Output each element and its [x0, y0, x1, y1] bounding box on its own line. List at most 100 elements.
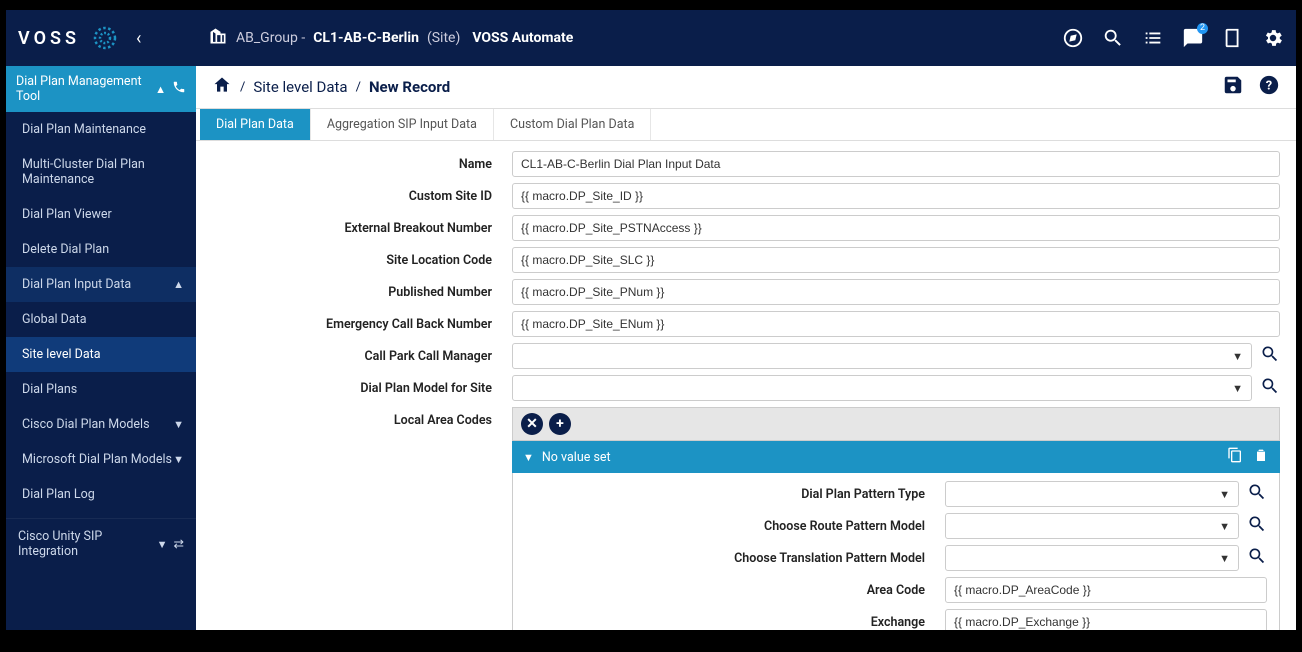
- sidebar-group-title: Dial Plan Management Tool: [16, 74, 155, 104]
- breadcrumb-link[interactable]: Site level Data: [253, 78, 347, 96]
- route-model-label: Choose Route Pattern Model: [525, 519, 945, 534]
- app-name: VOSS Automate: [472, 30, 573, 46]
- add-item-button[interactable]: +: [549, 413, 571, 435]
- top-bar: VOSS ‹ AB_Group - CL1-AB-C-Berlin (Site)…: [6, 10, 1296, 66]
- brand-name: VOSS: [18, 28, 80, 49]
- tab-dial-plan-data[interactable]: Dial Plan Data: [200, 109, 311, 140]
- context-site: CL1-AB-C-Berlin: [313, 30, 419, 46]
- pub-number-label: Published Number: [212, 285, 512, 300]
- chat-icon[interactable]: 2: [1182, 27, 1204, 49]
- sidebar-item-delete-dial-plan[interactable]: Delete Dial Plan: [6, 232, 196, 267]
- remove-item-button[interactable]: ✕: [521, 413, 543, 435]
- chevron-down-icon: ▼: [173, 453, 184, 466]
- context-breadcrumb[interactable]: AB_Group - CL1-AB-C-Berlin (Site): [236, 30, 460, 46]
- chevron-down-icon: ▼: [1219, 520, 1230, 533]
- help-button[interactable]: ?: [1258, 74, 1280, 100]
- call-park-search-button[interactable]: [1260, 344, 1280, 368]
- sidebar-item-multi-cluster[interactable]: Multi-Cluster Dial Plan Maintenance: [6, 147, 196, 197]
- pattern-type-search-button[interactable]: [1247, 482, 1267, 506]
- tabs: Dial Plan Data Aggregation SIP Input Dat…: [196, 109, 1296, 141]
- chevron-down-icon: ▼: [1232, 350, 1243, 363]
- local-area-section-header[interactable]: ▼ No value set: [512, 441, 1280, 473]
- name-label: Name: [212, 157, 512, 172]
- list-icon[interactable]: [1142, 27, 1164, 49]
- chevron-down-icon: ▼: [173, 418, 184, 431]
- dial-model-label: Dial Plan Model for Site: [212, 381, 512, 396]
- call-park-select[interactable]: ▼: [512, 343, 1252, 369]
- pattern-type-select[interactable]: ▼: [945, 481, 1239, 507]
- chevron-down-icon: ▼: [523, 451, 534, 464]
- sidebar-item-cisco-models[interactable]: Cisco Dial Plan Models ▼: [6, 407, 196, 442]
- tab-custom-dial-plan[interactable]: Custom Dial Plan Data: [494, 109, 651, 140]
- section-title: No value set: [542, 450, 611, 465]
- local-area-label: Local Area Codes: [212, 407, 512, 428]
- dial-model-select[interactable]: ▼: [512, 375, 1252, 401]
- route-model-select[interactable]: ▼: [945, 513, 1239, 539]
- phone-icon: [172, 80, 186, 98]
- dial-model-search-button[interactable]: [1260, 376, 1280, 400]
- ext-breakout-label: External Breakout Number: [212, 221, 512, 236]
- exchange-field[interactable]: [945, 609, 1267, 630]
- chevron-up-icon: ▲: [173, 278, 184, 291]
- sidebar-collapse-button[interactable]: ‹: [136, 28, 141, 49]
- delete-icon[interactable]: [1253, 447, 1269, 467]
- exchange-label: Exchange: [525, 615, 945, 630]
- save-button[interactable]: [1222, 74, 1244, 100]
- org-icon[interactable]: [208, 26, 228, 50]
- sidebar-item-microsoft-models[interactable]: Microsoft Dial Plan Models ▼: [6, 442, 196, 477]
- sidebar-item-site-level-data[interactable]: Site level Data: [6, 337, 196, 372]
- link-icon: ⇄: [174, 536, 184, 552]
- chevron-up-icon: ▲: [155, 83, 166, 96]
- trans-model-select[interactable]: ▼: [945, 545, 1239, 571]
- page-header: / Site level Data / New Record ?: [196, 66, 1296, 109]
- context-type: (Site): [427, 30, 460, 46]
- area-code-label: Area Code: [525, 583, 945, 598]
- sidebar-item-dial-plans[interactable]: Dial Plans: [6, 372, 196, 407]
- brand-logo-icon: [90, 23, 120, 53]
- chevron-down-icon: ▼: [157, 538, 168, 551]
- chevron-down-icon: ▼: [1219, 552, 1230, 565]
- local-area-toolbar: ✕ +: [512, 407, 1280, 441]
- context-org: AB_Group -: [236, 30, 305, 46]
- name-field[interactable]: [512, 151, 1280, 177]
- sidebar-group-header[interactable]: Dial Plan Management Tool ▲: [6, 66, 196, 112]
- area-code-field[interactable]: [945, 577, 1267, 603]
- explore-icon[interactable]: [1062, 27, 1084, 49]
- site-loc-field[interactable]: [512, 247, 1280, 273]
- sidebar-item-dial-plan-log[interactable]: Dial Plan Log: [6, 477, 196, 512]
- site-loc-label: Site Location Code: [212, 253, 512, 268]
- sidebar-item-global-data[interactable]: Global Data: [6, 302, 196, 337]
- settings-icon[interactable]: [1262, 27, 1284, 49]
- sidebar-item-dial-plan-maintenance[interactable]: Dial Plan Maintenance: [6, 112, 196, 147]
- search-icon[interactable]: [1102, 27, 1124, 49]
- copy-icon[interactable]: [1227, 447, 1243, 467]
- book-icon[interactable]: [1222, 27, 1244, 49]
- sidebar: Dial Plan Management Tool ▲ Dial Plan Ma…: [6, 66, 196, 630]
- form-area: Name Custom Site ID External Breakout Nu…: [196, 141, 1296, 630]
- svg-text:?: ?: [1266, 79, 1272, 94]
- pub-number-field[interactable]: [512, 279, 1280, 305]
- sidebar-item-cisco-unity-sip[interactable]: Cisco Unity SIP Integration ▼ ⇄: [6, 518, 196, 569]
- sidebar-item-label: Dial Plan Input Data: [22, 277, 131, 292]
- trans-model-search-button[interactable]: [1247, 546, 1267, 570]
- pattern-type-label: Dial Plan Pattern Type: [525, 487, 945, 502]
- custom-site-id-field[interactable]: [512, 183, 1280, 209]
- sidebar-item-label: Cisco Unity SIP Integration: [18, 529, 157, 559]
- chevron-down-icon: ▼: [1232, 382, 1243, 395]
- sidebar-item-dial-plan-viewer[interactable]: Dial Plan Viewer: [6, 197, 196, 232]
- home-icon[interactable]: [212, 75, 232, 99]
- sidebar-item-label: Cisco Dial Plan Models: [22, 417, 150, 432]
- notification-badge: 2: [1197, 23, 1208, 34]
- local-area-section-body: Dial Plan Pattern Type ▼ Choose Route Pa…: [512, 473, 1280, 630]
- sidebar-item-dial-plan-input-data[interactable]: Dial Plan Input Data ▲: [6, 267, 196, 302]
- emerg-cb-field[interactable]: [512, 311, 1280, 337]
- chevron-down-icon: ▼: [1219, 488, 1230, 501]
- custom-site-id-label: Custom Site ID: [212, 189, 512, 204]
- breadcrumb-current: New Record: [369, 78, 450, 96]
- emerg-cb-label: Emergency Call Back Number: [212, 317, 512, 332]
- trans-model-label: Choose Translation Pattern Model: [525, 551, 945, 566]
- ext-breakout-field[interactable]: [512, 215, 1280, 241]
- sidebar-item-label: Microsoft Dial Plan Models: [22, 452, 172, 467]
- tab-aggregation-sip[interactable]: Aggregation SIP Input Data: [311, 109, 494, 140]
- route-model-search-button[interactable]: [1247, 514, 1267, 538]
